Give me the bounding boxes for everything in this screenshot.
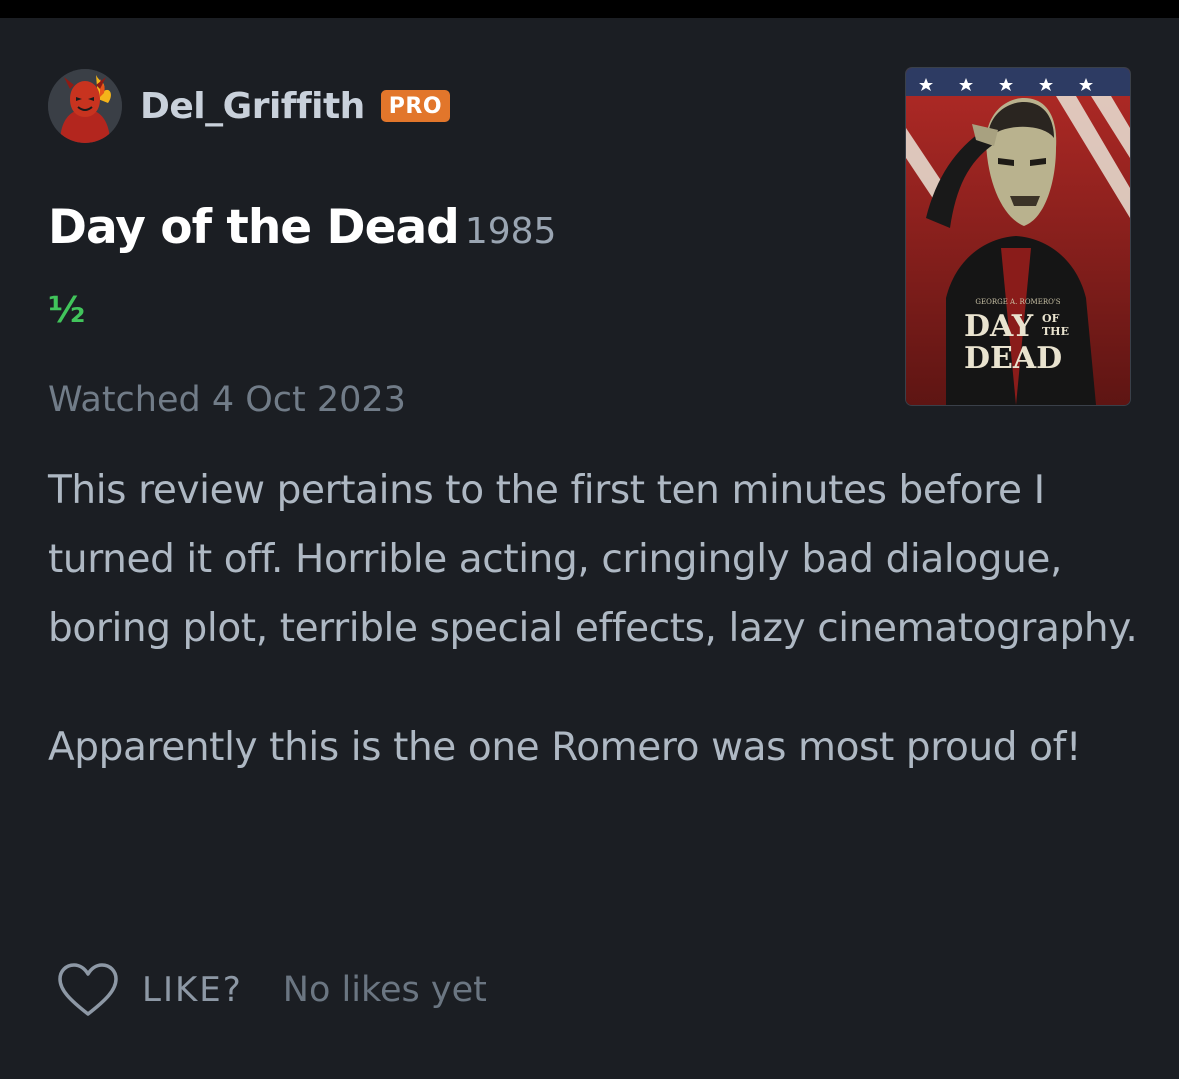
reviewer-username[interactable]: Del_Griffith (140, 86, 365, 127)
heart-icon[interactable] (56, 962, 120, 1018)
review-paragraph: Apparently this is the one Romero was mo… (48, 725, 1082, 770)
pro-badge: PRO (380, 90, 451, 122)
film-year[interactable]: 1985 (465, 211, 557, 252)
poster-credit: GEORGE A. ROMERO'S (975, 298, 1060, 306)
watched-date: Watched 4 Oct 2023 (48, 380, 406, 420)
star-rating: ½ (48, 290, 86, 331)
film-title[interactable]: Day of the Dead (48, 200, 460, 255)
reviewer-header[interactable]: Del_Griffith PRO (48, 69, 451, 143)
likes-status: No likes yet (282, 970, 487, 1010)
poster-title-the: THE (1042, 325, 1069, 338)
poster-title-of: OF (1042, 312, 1060, 325)
review-paragraph: This review pertains to the first ten mi… (48, 468, 1138, 651)
devil-avatar-icon (48, 69, 122, 143)
film-poster[interactable]: GEORGE A. ROMERO'S DAY OF THE DEAD (906, 68, 1130, 405)
status-bar-strip (0, 0, 1179, 18)
like-row: LIKE? No likes yet (56, 960, 487, 1020)
film-heading: Day of the Dead 1985 (48, 200, 556, 255)
like-button[interactable]: LIKE? (142, 970, 243, 1010)
reviewer-avatar[interactable] (48, 69, 122, 143)
review-body: This review pertains to the first ten mi… (48, 456, 1138, 782)
poster-title-day: DAY (964, 309, 1034, 344)
poster-title-dead: DEAD (964, 341, 1062, 376)
